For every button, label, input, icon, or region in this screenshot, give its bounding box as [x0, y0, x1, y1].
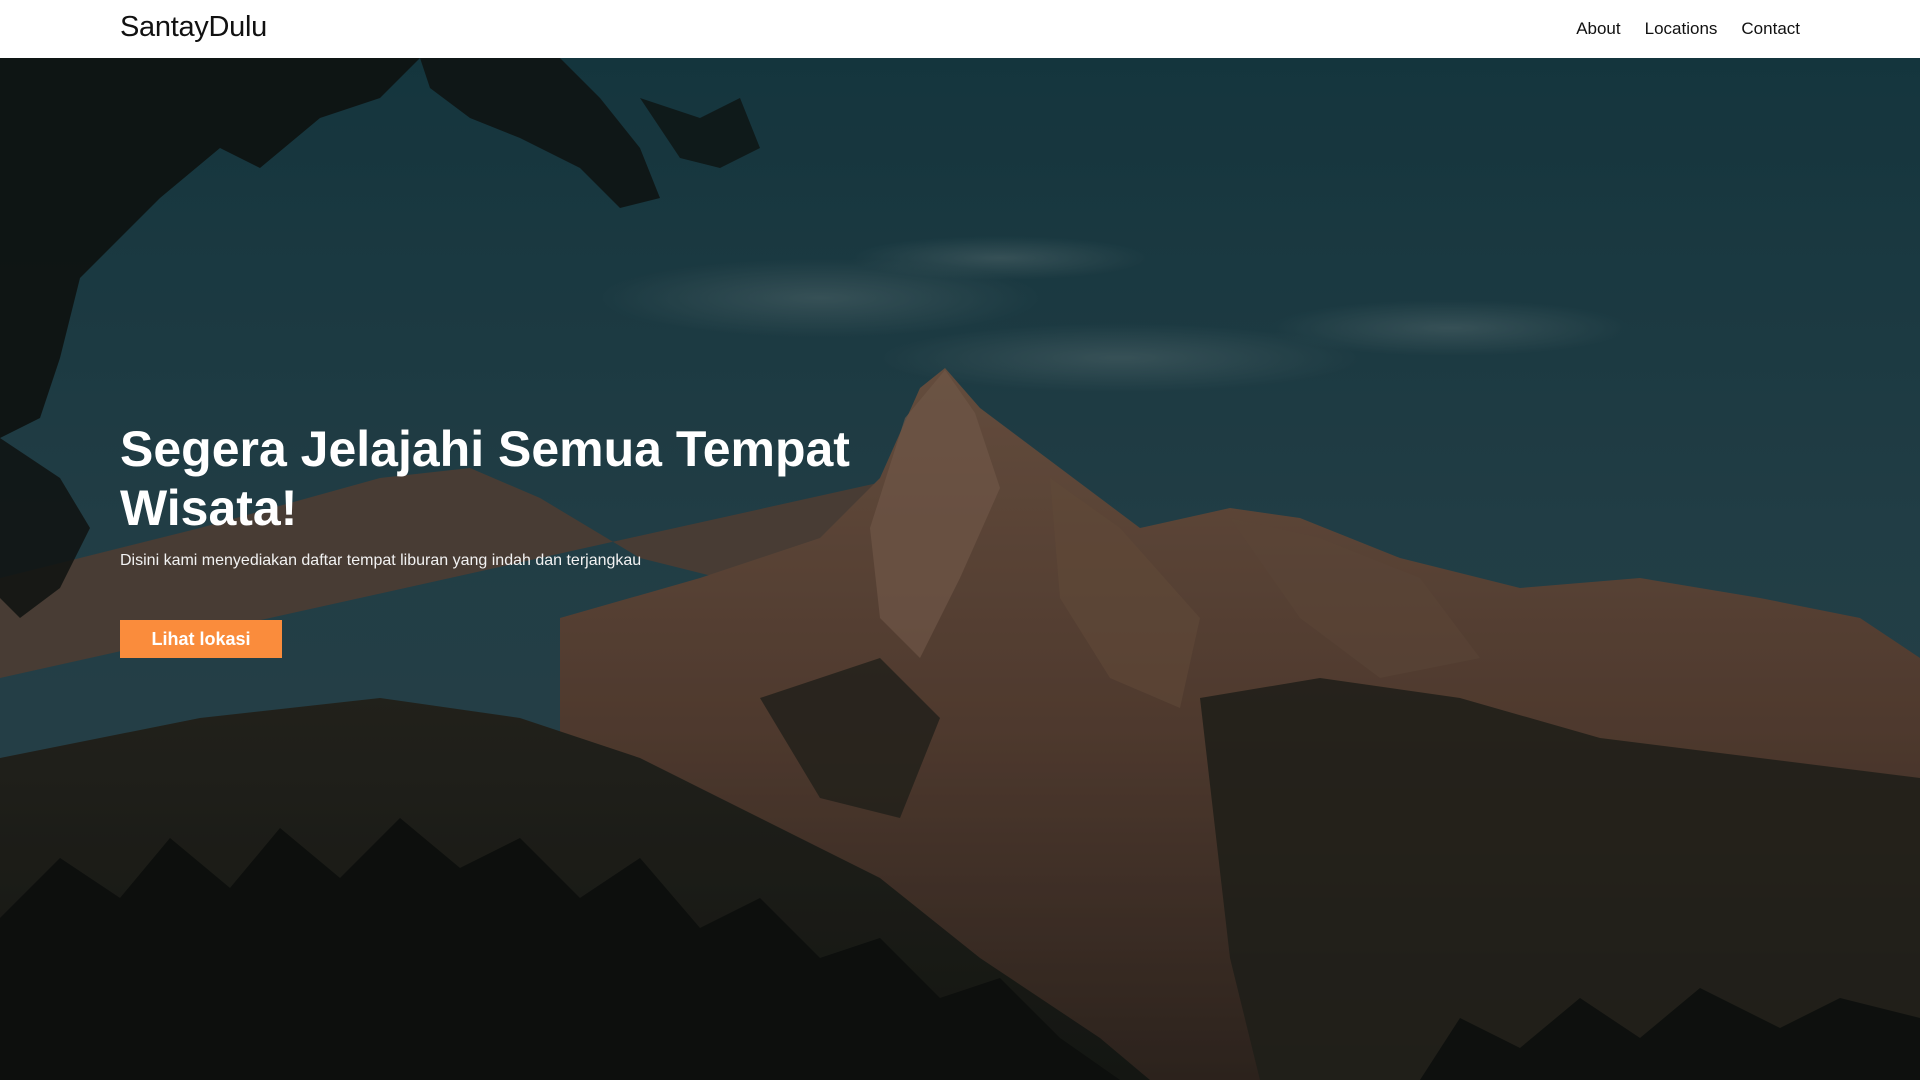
nav-link-locations[interactable]: Locations — [1645, 19, 1718, 39]
hero-subtitle: Disini kami menyediakan daftar tempat li… — [120, 552, 642, 569]
view-locations-button[interactable]: Lihat lokasi — [120, 620, 282, 658]
hero-content: Segera Jelajahi Semua Tempat Wisata! Dis… — [120, 420, 1020, 658]
nav-link-about[interactable]: About — [1576, 19, 1620, 39]
navbar: SantayDulu About Locations Contact — [0, 0, 1920, 58]
hero-section: Segera Jelajahi Semua Tempat Wisata! Dis… — [0, 58, 1920, 1080]
brand-logo[interactable]: SantayDulu — [120, 11, 267, 44]
nav-link-contact[interactable]: Contact — [1741, 19, 1800, 39]
nav-links: About Locations Contact — [1576, 19, 1800, 39]
hero-title: Segera Jelajahi Semua Tempat Wisata! — [120, 421, 850, 536]
